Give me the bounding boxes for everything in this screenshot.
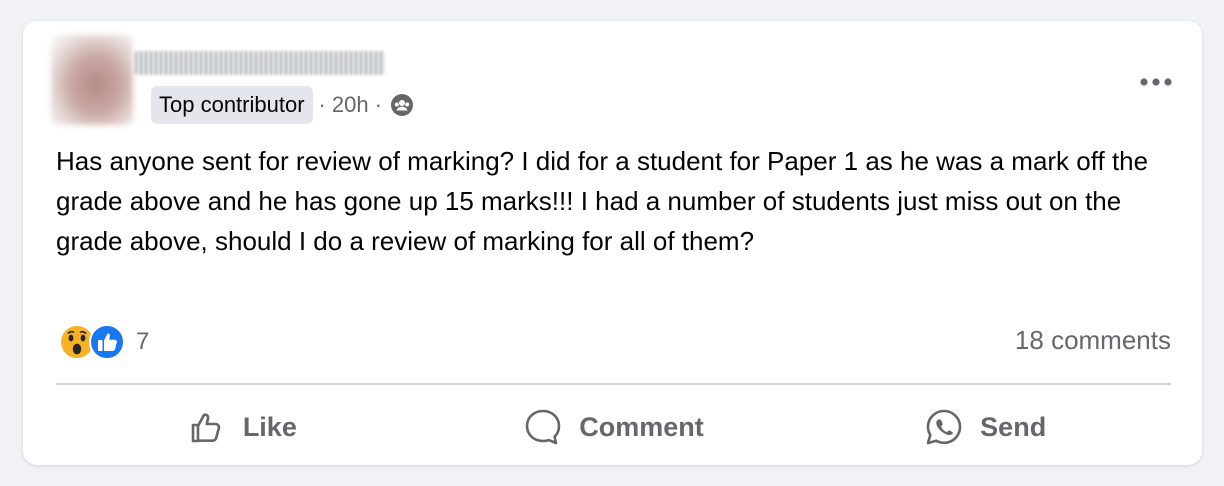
post-card: Top contributor · 20h · Has anyone sent … <box>23 21 1202 465</box>
like-label: Like <box>242 411 297 442</box>
author-name-redacted[interactable] <box>135 51 385 75</box>
top-contributor-badge[interactable]: Top contributor <box>151 86 313 124</box>
reaction-count: 7 <box>136 328 150 355</box>
like-reaction-icon <box>88 323 126 361</box>
meta-separator: · <box>318 92 326 117</box>
author-avatar[interactable] <box>51 35 133 125</box>
post-body-text: Has anyone sent for review of marking? I… <box>56 146 1149 256</box>
more-options-button[interactable] <box>1136 65 1176 99</box>
group-audience-icon[interactable] <box>390 93 414 117</box>
more-dots-icon <box>1140 78 1172 86</box>
comment-button[interactable]: Comment <box>428 401 800 453</box>
comments-count-link[interactable]: 18 comments <box>1015 325 1171 356</box>
comment-bubble-icon <box>525 409 561 445</box>
meta-separator: · <box>374 92 382 117</box>
send-button[interactable]: Send <box>799 401 1171 453</box>
comment-label: Comment <box>579 411 704 442</box>
post-timestamp[interactable]: 20h <box>332 92 369 118</box>
post-actions: Like Comment Send <box>56 401 1171 453</box>
send-label: Send <box>980 411 1047 442</box>
whatsapp-send-icon <box>926 409 962 445</box>
like-button[interactable]: Like <box>56 401 428 453</box>
post-meta: Top contributor · 20h · <box>151 86 414 124</box>
thumbs-up-icon <box>191 413 221 443</box>
divider <box>56 383 1171 385</box>
reactions-summary[interactable]: 7 <box>58 323 149 361</box>
